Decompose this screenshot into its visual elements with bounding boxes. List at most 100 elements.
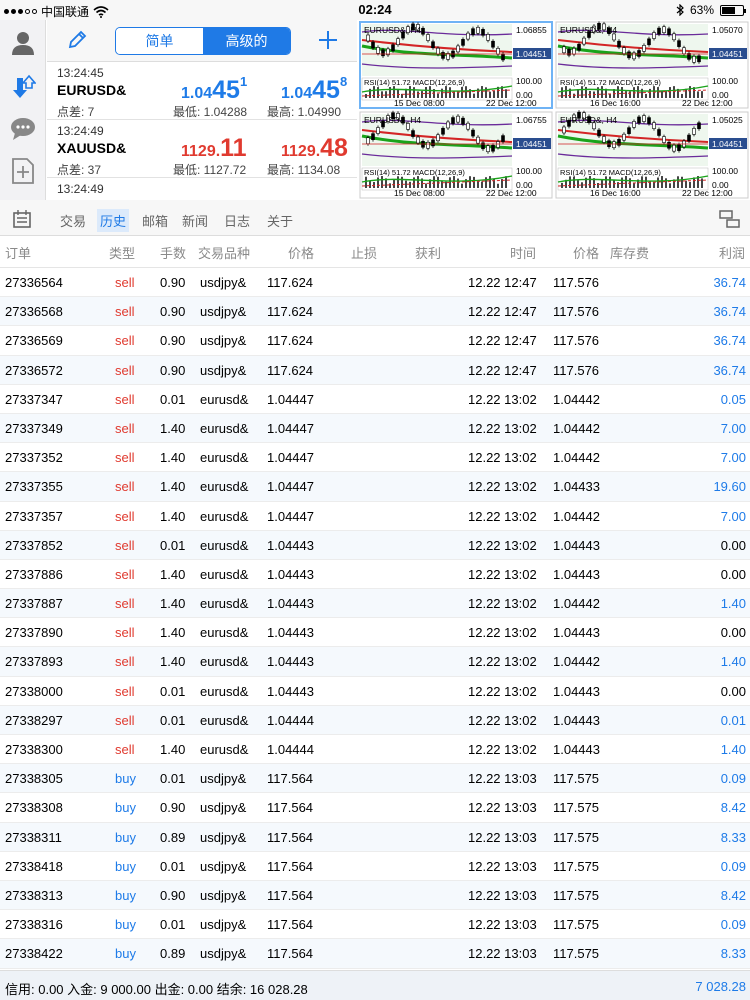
- open-price-cell: 1.04447: [267, 391, 314, 407]
- tab-news[interactable]: 新闻: [182, 211, 208, 230]
- ticket-cell: 27337352: [5, 450, 63, 466]
- account-icon[interactable]: [10, 30, 36, 56]
- macd-bar: [669, 87, 671, 98]
- table-row[interactable]: 27337347 sell 0.01 eurusd& 1.04447 12.22 13:0…: [0, 385, 750, 414]
- col-header-type[interactable]: 类型: [109, 243, 135, 262]
- symbol-cell: eurusd&: [200, 712, 249, 728]
- volume-cell: 1.40: [160, 654, 186, 670]
- candle-body: [562, 46, 566, 54]
- candle-body: [662, 136, 666, 143]
- table-row[interactable]: 27337852 sell 0.01 eurusd& 1.04443 12.22 13:0…: [0, 530, 750, 560]
- table-row[interactable]: 27337357 sell 1.40 eurusd& 1.04447 12.22 13:0…: [0, 502, 750, 531]
- table-row[interactable]: 27338313 buy 0.90 usdjpy& 117.564 12.22 13:03…: [0, 880, 750, 911]
- table-row[interactable]: 27337352 sell 1.40 eurusd& 1.04447 12.22 13:0…: [0, 443, 750, 473]
- table-row[interactable]: 27338297 sell 0.01 eurusd& 1.04444 12.22 13:0…: [0, 705, 750, 735]
- mini-charts[interactable]: 1.06855 1.04451 EURUSD&, H4 RSI(14) 51.72 M…: [358, 20, 750, 200]
- time-cell: 12.22 13:02: [468, 712, 537, 728]
- quote-row[interactable]: 13:24:49: [47, 178, 357, 200]
- balance-footer: 信用: 0.00 入金: 9 000.00 出金: 0.00 结余: 16 02…: [0, 970, 750, 1000]
- col-header-ticket[interactable]: 订单: [5, 243, 31, 262]
- close-price-cell: 117.576: [553, 362, 600, 378]
- candle-body: [697, 122, 701, 130]
- ask-price[interactable]: 1.04458: [281, 74, 347, 105]
- bid-price[interactable]: 1129.11: [181, 134, 247, 163]
- tab-mailbox[interactable]: 邮箱: [142, 211, 168, 230]
- table-row[interactable]: 27337349 sell 1.40 eurusd& 1.04447 12.22 13:0…: [0, 413, 750, 444]
- tab-journal[interactable]: 日志: [224, 211, 250, 230]
- tab-about[interactable]: 关于: [267, 211, 293, 230]
- simple-view-button[interactable]: 简单: [116, 28, 203, 54]
- symbol-cell: eurusd&: [200, 450, 249, 466]
- col-header-stop-loss[interactable]: 止损: [351, 243, 377, 262]
- col-header-volume[interactable]: 手数: [160, 243, 186, 262]
- ask-price[interactable]: 1129.48: [281, 134, 348, 163]
- quote-row[interactable]: 13:24:45 EURUSD& 1.04451 1.04458 点差: 7 最…: [47, 62, 357, 120]
- chat-icon[interactable]: [10, 116, 36, 142]
- table-row[interactable]: 27336569 sell 0.90 usdjpy& 117.624 12.22 12:4…: [0, 326, 750, 356]
- col-header-time[interactable]: 时间: [510, 243, 536, 262]
- edit-pencil-icon[interactable]: [67, 30, 87, 50]
- table-row[interactable]: 27338311 buy 0.89 usdjpy& 117.564 12.22 13:03…: [0, 822, 750, 852]
- candle-body: [597, 129, 601, 137]
- new-order-icon[interactable]: [10, 158, 36, 184]
- candle-body: [577, 43, 581, 51]
- close-price-cell: 117.575: [553, 771, 600, 787]
- layout-toggle-icon[interactable]: [719, 210, 741, 228]
- table-row[interactable]: 27336572 sell 0.90 usdjpy& 117.624 12.22 12:4…: [0, 355, 750, 385]
- candle-body: [496, 141, 500, 148]
- table-row[interactable]: 27338308 buy 0.90 usdjpy& 117.564 12.22 13:03…: [0, 793, 750, 823]
- ticket-cell: 27337886: [5, 566, 63, 582]
- table-row[interactable]: 27338316 buy 0.01 usdjpy& 117.564 12.22 13:03…: [0, 910, 750, 940]
- add-plus-icon[interactable]: [317, 29, 339, 51]
- time-cell: 12.22 13:02: [468, 654, 537, 670]
- col-header-swap[interactable]: 库存费: [610, 243, 649, 262]
- table-row[interactable]: 27337887 sell 1.40 eurusd& 1.04443 12.22 13:0…: [0, 589, 750, 619]
- battery-icon: [720, 4, 746, 16]
- open-price-cell: 117.564: [267, 946, 314, 962]
- macd-bar: [481, 181, 483, 188]
- col-header-close-price[interactable]: 价格: [573, 243, 599, 262]
- history-calendar-icon[interactable]: [12, 209, 34, 229]
- table-row[interactable]: 27338422 buy 0.89 usdjpy& 117.564 12.22 13:03…: [0, 939, 750, 969]
- col-header-profit[interactable]: 利润: [719, 243, 745, 262]
- bid-price[interactable]: 1.04451: [181, 74, 247, 105]
- macd-bar: [625, 176, 627, 188]
- macd-bar: [441, 88, 443, 98]
- type-cell: buy: [115, 946, 136, 962]
- advanced-view-button[interactable]: 高级的: [203, 28, 290, 54]
- ticket-cell: 27338313: [5, 887, 63, 903]
- ticket-cell: 27337347: [5, 391, 63, 407]
- quote-row[interactable]: 13:24:49 XAUUSD& 1129.11 1129.48 点差: 37 …: [47, 120, 357, 178]
- table-row[interactable]: 27338000 sell 0.01 eurusd& 1.04443 12.22 13:0…: [0, 677, 750, 706]
- col-header-take-profit[interactable]: 获利: [415, 243, 441, 262]
- macd-bar: [605, 176, 607, 188]
- table-row[interactable]: 27337886 sell 1.40 eurusd& 1.04443 12.22 13:0…: [0, 560, 750, 590]
- volume-cell: 0.89: [160, 829, 186, 845]
- trade-arrows-icon[interactable]: [10, 74, 36, 100]
- symbol-cell: eurusd&: [200, 596, 249, 612]
- time-cell: 12.22 13:03: [468, 946, 537, 962]
- date-right-label: 22 Dec 12:00: [486, 188, 537, 198]
- tab-history[interactable]: 历史: [97, 209, 130, 232]
- table-row[interactable]: 27337893 sell 1.40 eurusd& 1.04443 12.22 13:0…: [0, 647, 750, 677]
- col-header-symbol[interactable]: 交易品种: [198, 243, 250, 262]
- macd-bar: [569, 176, 571, 188]
- close-price-cell: 117.575: [553, 946, 600, 962]
- date-right-label: 22 Dec 12:00: [682, 188, 733, 198]
- table-row[interactable]: 27337355 sell 1.40 eurusd& 1.04447 12.22 13:0…: [0, 472, 750, 502]
- tab-trade[interactable]: 交易: [60, 211, 86, 230]
- table-row[interactable]: 27337890 sell 1.40 eurusd& 1.04443 12.22 13:0…: [0, 618, 750, 648]
- candle-body: [461, 117, 465, 125]
- macd-bar: [393, 179, 395, 188]
- status-bar: 中国联通 02:24 63%: [0, 0, 750, 20]
- table-row[interactable]: 27336564 sell 0.90 usdjpy& 117.624 12.22 12:4…: [0, 268, 750, 298]
- close-price-cell: 117.575: [553, 917, 600, 933]
- table-row[interactable]: 27338305 buy 0.01 usdjpy& 117.564 12.22 13:03…: [0, 764, 750, 794]
- candle-body: [471, 129, 475, 137]
- table-row[interactable]: 27338300 sell 1.40 eurusd& 1.04444 12.22 13:0…: [0, 735, 750, 765]
- close-price-cell: 117.575: [553, 858, 600, 874]
- ticket-cell: 27337893: [5, 654, 63, 670]
- table-row[interactable]: 27338418 buy 0.01 usdjpy& 117.564 12.22 13:03…: [0, 852, 750, 881]
- col-header-open-price[interactable]: 价格: [288, 243, 314, 262]
- table-row[interactable]: 27336568 sell 0.90 usdjpy& 117.624 12.22 12:4…: [0, 297, 750, 327]
